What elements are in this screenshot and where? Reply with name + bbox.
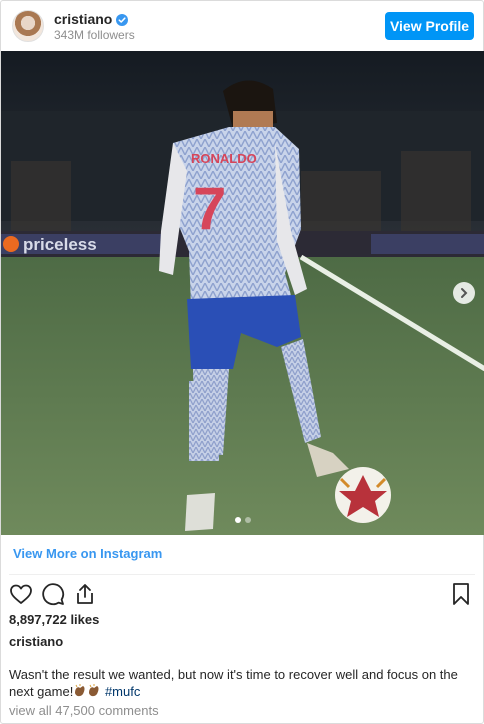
user-info: cristiano 343M followers xyxy=(54,11,135,42)
caption: Wasn't the result we wanted, but now it'… xyxy=(9,666,479,700)
post-header: cristiano 343M followers View Profile xyxy=(1,1,483,51)
view-profile-button[interactable]: View Profile xyxy=(385,12,474,40)
username[interactable]: cristiano xyxy=(54,11,112,27)
comment-icon[interactable] xyxy=(41,582,65,606)
bookmark-icon[interactable] xyxy=(449,582,473,606)
instagram-embed: cristiano 343M followers View Profile pr… xyxy=(0,0,484,724)
post-photo: priceless RONALDO 7 xyxy=(1,51,484,535)
post-image[interactable]: priceless RONALDO 7 xyxy=(1,51,484,535)
username-row: cristiano xyxy=(54,11,135,27)
heart-icon[interactable] xyxy=(9,582,33,606)
jersey-number: 7 xyxy=(193,175,226,242)
view-more-link[interactable]: View More on Instagram xyxy=(13,546,162,561)
chevron-right-icon xyxy=(461,288,468,298)
clapping-hands-emoji-icon xyxy=(87,684,101,698)
jersey-name: RONALDO xyxy=(191,151,257,166)
carousel-dot xyxy=(235,517,241,523)
football xyxy=(335,467,391,523)
divider xyxy=(9,574,475,575)
like-count[interactable]: 8,897,722 likes xyxy=(9,612,99,627)
billboard-text: priceless xyxy=(23,235,97,254)
hashtag-link[interactable]: #mufc xyxy=(105,684,140,699)
view-comments-link[interactable]: view all 47,500 comments xyxy=(9,703,159,718)
avatar[interactable] xyxy=(12,10,44,42)
carousel-indicator xyxy=(1,517,484,523)
follower-count: 343M followers xyxy=(54,27,135,42)
action-bar xyxy=(9,581,475,607)
verified-badge-icon xyxy=(116,13,129,26)
carousel-dot xyxy=(245,517,251,523)
next-image-button[interactable] xyxy=(453,282,475,304)
clapping-hands-emoji-icon xyxy=(73,684,87,698)
caption-username[interactable]: cristiano xyxy=(9,634,63,649)
share-icon[interactable] xyxy=(73,582,97,606)
